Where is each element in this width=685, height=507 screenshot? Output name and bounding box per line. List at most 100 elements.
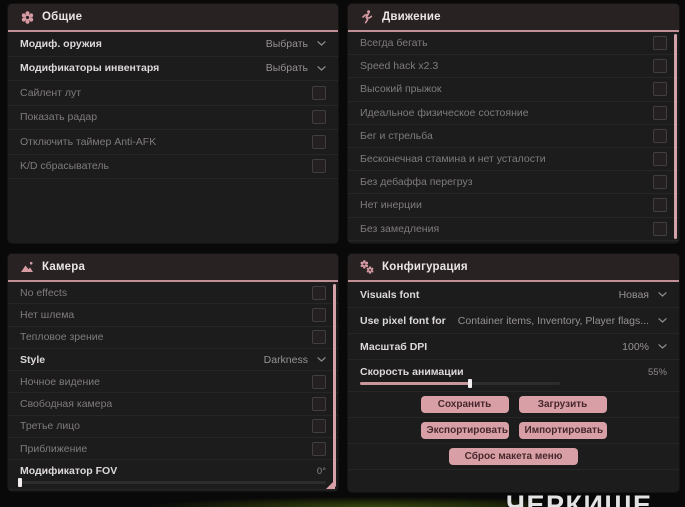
no-helmet-checkbox[interactable] (312, 307, 326, 322)
chevron-down-icon (317, 357, 326, 362)
kd-resetter-checkbox-row[interactable]: K/D сбрасыватель (8, 155, 338, 179)
save-button[interactable]: Сохранить (420, 396, 509, 413)
no-slowdown-checkbox[interactable] (653, 221, 667, 236)
infinite-stamina-checkbox-row[interactable]: Бесконечная стамина и нет усталости (348, 148, 679, 172)
panel-config-header[interactable]: Конфигурация (348, 254, 679, 282)
always-run-checkbox-row[interactable]: Всегда бегать (348, 32, 679, 56)
visuals-font-dropdown[interactable]: Новая (619, 289, 667, 301)
no-effects-checkbox-row[interactable]: No effects (8, 282, 338, 305)
always-run-checkbox[interactable] (653, 36, 667, 51)
import-button[interactable]: Импортировать (518, 422, 607, 439)
panel-resize-handle[interactable] (326, 480, 335, 489)
slider-handle[interactable] (468, 379, 472, 388)
row-label: Масштаб DPI (360, 340, 428, 353)
mod-menu-screen: ЧЕРКИШЕ Общие Модиф. оружия Выбрать Модифи… (0, 0, 685, 507)
style-dropdown[interactable]: Darkness (264, 354, 326, 366)
panel-movement-body: Всегда бегать Speed hack x2.3 Высокий прыж… (348, 32, 679, 241)
silent-loot-checkbox-row[interactable]: Сайлент лут (8, 81, 338, 106)
dropdown-value: Выбрать (265, 62, 308, 75)
image-icon (20, 261, 34, 273)
speed-hack-checkbox[interactable] (653, 59, 667, 74)
pixel-font-targets-dropdown[interactable]: Container items, Inventory, Player flags… (458, 315, 667, 327)
free-camera-checkbox-row[interactable]: Свободная камера (8, 393, 338, 416)
weapon-mod-dropdown[interactable]: Выбрать (266, 38, 326, 50)
perfect-physical-condition-checkbox[interactable] (653, 105, 667, 120)
third-person-checkbox-row[interactable]: Третье лицо (8, 416, 338, 439)
panel-general-header[interactable]: Общие (8, 4, 338, 32)
free-camera-checkbox[interactable] (312, 397, 326, 412)
chevron-down-icon (658, 344, 667, 349)
speed-hack-checkbox-row[interactable]: Speed hack x2.3 (348, 55, 679, 79)
row-label: Visuals font (360, 288, 420, 301)
panel-camera-header[interactable]: Камера (8, 254, 338, 282)
no-overload-debuff-checkbox[interactable] (653, 175, 667, 190)
inventory-mods-dropdown-row[interactable]: Модификаторы инвентаря Выбрать (8, 57, 338, 81)
disable-anti-afk-timer-checkbox[interactable] (312, 134, 326, 149)
no-inertia-checkbox[interactable] (653, 198, 667, 213)
zoom-checkbox[interactable] (312, 441, 326, 456)
night-vision-checkbox[interactable] (312, 374, 326, 389)
row-label: Speed hack x2.3 (360, 60, 439, 73)
no-effects-checkbox[interactable] (312, 285, 326, 300)
row-label: Ночное видение (20, 375, 100, 388)
panel-scrollbar[interactable] (674, 34, 677, 239)
load-button[interactable]: Загрузить (518, 396, 607, 413)
run-and-shoot-checkbox-row[interactable]: Бег и стрельба (348, 125, 679, 148)
run-and-shoot-checkbox[interactable] (653, 128, 667, 143)
row-label: Нет инерции (360, 199, 422, 212)
thermal-vision-checkbox-row[interactable]: Тепловое зрение (8, 327, 338, 349)
gears-icon (360, 260, 374, 274)
no-helmet-checkbox-row[interactable]: Нет шлема (8, 304, 338, 327)
show-radar-checkbox-row[interactable]: Показать радар (8, 106, 338, 130)
panel-general-body: Модиф. оружия Выбрать Модификаторы инвента… (8, 32, 338, 179)
thermal-vision-checkbox[interactable] (312, 330, 326, 345)
row-label: Нет шлема (20, 308, 75, 321)
slider-handle[interactable] (18, 478, 22, 488)
row-label: K/D сбрасыватель (20, 160, 110, 173)
zoom-checkbox-row[interactable]: Приближение (8, 438, 338, 461)
dropdown-value: Container items, Inventory, Player flags… (457, 314, 649, 327)
panel-movement-header[interactable]: Движение (348, 4, 679, 32)
fov-modifier-slider[interactable] (18, 478, 326, 488)
chevron-down-icon (317, 65, 326, 71)
panel-camera: Камера No effects Нет шлема Тепловое зрени… (8, 254, 338, 491)
perfect-physical-condition-checkbox-row[interactable]: Идеальное физическое состояние (348, 102, 679, 125)
style-dropdown-row[interactable]: Style Darkness (8, 349, 338, 372)
infinite-stamina-checkbox[interactable] (653, 152, 667, 167)
row-label: Без замедления (360, 222, 440, 235)
dpi-scale-dropdown-row[interactable]: Масштаб DPI 100% (348, 334, 679, 360)
row-label: Скорость анимации (360, 366, 464, 378)
no-slowdown-checkbox-row[interactable]: Без замедления (348, 218, 679, 241)
fov-modifier-slider-row: Модификатор FOV 0° (8, 460, 338, 491)
third-person-checkbox[interactable] (312, 419, 326, 434)
show-radar-checkbox[interactable] (312, 110, 326, 125)
panel-movement: Движение Всегда бегать Speed hack x2.3 Выс… (348, 4, 679, 243)
row-label: Всегда бегать (360, 37, 428, 50)
pixel-font-targets-dropdown-row[interactable]: Use pixel font for Container items, Inven… (348, 308, 679, 334)
night-vision-checkbox-row[interactable]: Ночное видение (8, 371, 338, 394)
row-label: Тепловое зрение (20, 331, 104, 344)
button-row: Сброс макета меню (348, 444, 679, 470)
disable-anti-afk-timer-checkbox-row[interactable]: Отключить таймер Anti-AFK (8, 130, 338, 155)
row-label: Идеальное физическое состояние (360, 106, 529, 119)
inventory-mods-dropdown[interactable]: Выбрать (266, 62, 326, 74)
no-inertia-checkbox-row[interactable]: Нет инерции (348, 194, 679, 218)
high-jump-checkbox[interactable] (653, 82, 667, 97)
high-jump-checkbox-row[interactable]: Высокий прыжок (348, 78, 679, 102)
export-button[interactable]: Экспортировать (420, 422, 509, 439)
visuals-font-dropdown-row[interactable]: Visuals font Новая (348, 282, 679, 308)
row-label: Приближение (20, 442, 88, 455)
row-label: Модификатор FOV (20, 465, 118, 478)
silent-loot-checkbox[interactable] (312, 85, 326, 100)
row-label: Высокий прыжок (360, 83, 442, 96)
animation-speed-slider[interactable] (360, 379, 560, 388)
panel-config: Конфигурация Visuals font Новая Use pixel … (348, 254, 679, 492)
dpi-scale-dropdown[interactable]: 100% (622, 341, 667, 353)
no-overload-debuff-checkbox-row[interactable]: Без дебаффа перегруз (348, 171, 679, 195)
row-label: Модификаторы инвентаря (20, 62, 160, 75)
reset-menu-layout-button[interactable]: Сброс макета меню (448, 448, 579, 465)
weapon-mod-dropdown-row[interactable]: Модиф. оружия Выбрать (8, 32, 338, 57)
panel-config-body: Visuals font Новая Use pixel font for Conta… (348, 282, 679, 470)
kd-resetter-checkbox[interactable] (312, 159, 326, 174)
panel-scrollbar[interactable] (333, 284, 336, 487)
